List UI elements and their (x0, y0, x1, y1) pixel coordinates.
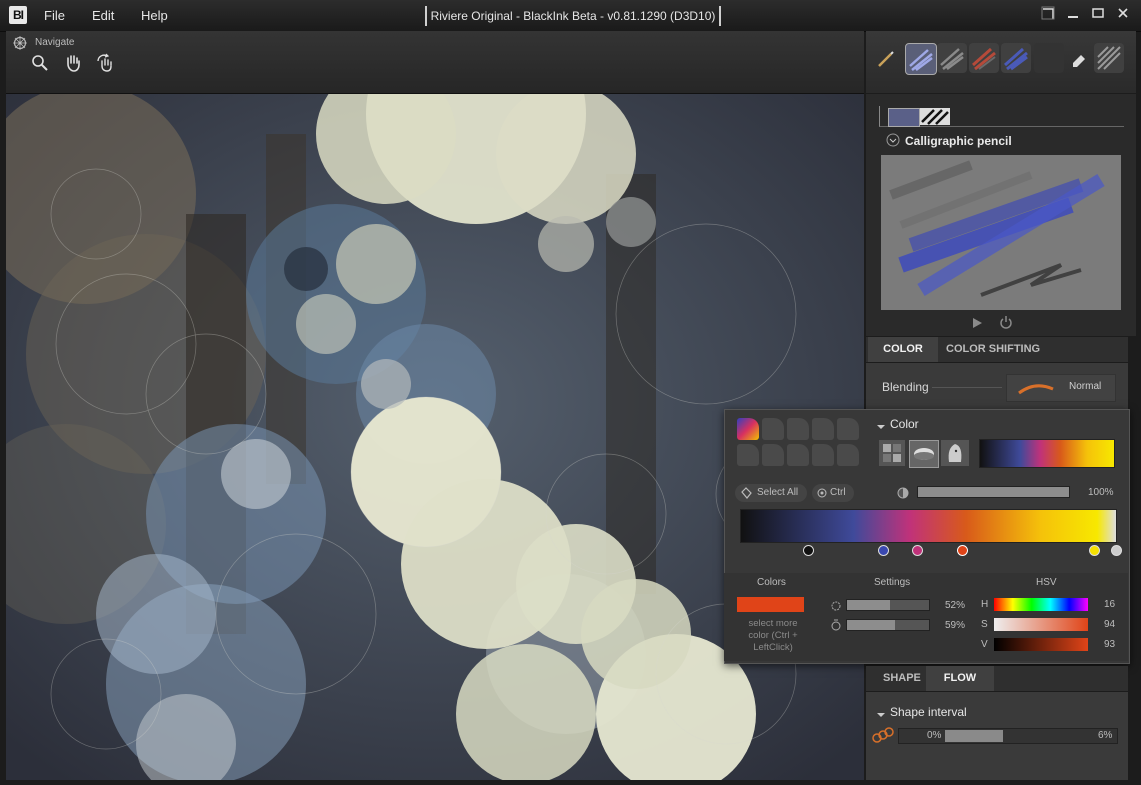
brush-toolbar (866, 31, 1136, 93)
setting-slider-1[interactable] (846, 599, 930, 611)
drop-setting-icon (830, 618, 842, 637)
brush-name: Calligraphic pencil (905, 134, 1012, 148)
setting-slider-2[interactable] (846, 619, 930, 631)
tab-color[interactable]: COLOR (868, 337, 938, 362)
setting-value-1: 52% (945, 600, 966, 611)
color-header: Color (890, 417, 919, 431)
maximize-icon[interactable] (1088, 6, 1108, 24)
menu-edit[interactable]: Edit (92, 8, 114, 23)
settings-label: Settings (874, 577, 911, 588)
value-value: 93 (1104, 639, 1116, 650)
swatch-empty[interactable] (812, 418, 834, 440)
gradient-stop-black[interactable] (803, 545, 814, 556)
navigate-label: Navigate (35, 37, 75, 48)
saturation-slider[interactable] (994, 618, 1088, 631)
app-logo: BI (9, 6, 27, 24)
brush-variant-strip (879, 106, 1124, 127)
gray-pencil-brush-icon[interactable] (937, 43, 967, 73)
shape-interval-handle[interactable] (945, 730, 1003, 742)
brush-variant-2[interactable] (920, 108, 950, 125)
tab-shape[interactable]: SHAPE (883, 666, 921, 691)
ctrl-button[interactable]: Ctrl (812, 484, 854, 502)
swatch-empty[interactable] (787, 418, 809, 440)
window-title: Riviere Original - BlackInk Beta - v0.81… (425, 6, 721, 26)
opacity-value: 100% (1088, 487, 1114, 498)
menu-file[interactable]: File (44, 8, 65, 23)
size-setting-icon (830, 599, 842, 617)
hue-label: H (981, 599, 989, 610)
hue-slider[interactable] (994, 598, 1088, 611)
face-mode-icon[interactable] (941, 440, 969, 466)
blending-value: Normal (1069, 381, 1102, 392)
blending-label: Blending (882, 380, 929, 394)
gradient-stop-blue[interactable] (878, 545, 889, 556)
value-slider[interactable] (994, 638, 1088, 651)
gradient-preview[interactable] (979, 439, 1115, 468)
tab-color-shifting[interactable]: COLOR SHIFTING (946, 337, 1040, 362)
interval-dots-icon (872, 726, 894, 749)
title-bar: BI File Edit Help Riviere Original - Bla… (0, 0, 1141, 32)
navigate-toolbar: Navigate (6, 31, 864, 94)
shape-interval-max: 6% (1098, 730, 1113, 741)
minimize-icon[interactable] (1063, 6, 1083, 24)
tab-flow[interactable]: FLOW (926, 666, 994, 691)
shape-interval-min: 0% (927, 730, 942, 741)
blending-divider (932, 387, 1002, 388)
select-all-button[interactable]: Select All (735, 484, 807, 502)
blue-brush-icon[interactable] (1001, 43, 1031, 73)
swatch-empty[interactable] (787, 444, 809, 466)
play-icon[interactable] (971, 316, 983, 334)
blend-curve-icon (1018, 384, 1054, 395)
red-brush-icon[interactable] (969, 43, 999, 73)
swatch-empty[interactable] (762, 444, 784, 466)
ctrl-label: Ctrl (830, 487, 846, 498)
calligraphic-pencil-brush-icon[interactable] (905, 43, 937, 75)
flat-color-mode-icon[interactable] (879, 440, 905, 466)
opacity-icon (896, 486, 910, 505)
saturation-label: S (981, 619, 988, 630)
empty-brush-slot[interactable] (1034, 43, 1064, 73)
brush-preview (881, 155, 1121, 310)
gradient-stop-magenta[interactable] (912, 545, 923, 556)
wheel-icon (12, 35, 28, 56)
colors-label: Colors (757, 577, 786, 588)
shape-interval-arrow-icon[interactable] (876, 707, 886, 725)
hsv-label: HSV (1036, 577, 1057, 588)
power-icon[interactable] (999, 315, 1013, 334)
collapse-arrow-icon[interactable] (886, 133, 900, 152)
swatch-empty[interactable] (837, 418, 859, 440)
saturation-value: 94 (1104, 619, 1116, 630)
select-all-label: Select All (757, 487, 799, 498)
opacity-slider[interactable] (917, 486, 1070, 498)
brush-variant-1[interactable] (888, 108, 920, 127)
swatch-empty[interactable] (762, 418, 784, 440)
eraser-icon[interactable] (1069, 49, 1089, 74)
gradient-mode-icon[interactable] (909, 440, 939, 468)
gradient-stop-yellow[interactable] (1089, 545, 1100, 556)
color-gradient-editor[interactable] (740, 509, 1117, 543)
restore-panel-icon[interactable] (1038, 6, 1058, 24)
rotate-hand-icon[interactable] (95, 53, 115, 73)
hue-value: 16 (1104, 599, 1116, 610)
color-section-arrow-icon[interactable] (876, 419, 886, 437)
hatch-brush-icon[interactable] (1094, 43, 1124, 73)
swatch-empty[interactable] (837, 444, 859, 466)
value-label: V (981, 639, 988, 650)
menu-help[interactable]: Help (141, 8, 168, 23)
setting-value-2: 59% (945, 620, 966, 631)
swatch-gradient[interactable] (737, 418, 759, 440)
gradient-stop-orange-selected[interactable] (957, 545, 968, 556)
swatch-empty[interactable] (812, 444, 834, 466)
close-icon[interactable] (1113, 6, 1133, 24)
shape-interval-label: Shape interval (890, 705, 967, 719)
pen-brush-icon[interactable] (876, 49, 896, 74)
gradient-stop-white[interactable] (1111, 545, 1122, 556)
swatch-empty[interactable] (737, 444, 759, 466)
hand-pan-icon[interactable] (63, 53, 83, 73)
selected-color-swatch[interactable] (737, 597, 804, 612)
target-icon (817, 488, 827, 498)
zoom-icon[interactable] (30, 53, 50, 73)
select-more-hint: select more color (Ctrl + LeftClick) (748, 618, 798, 653)
bucket-icon (741, 487, 752, 499)
